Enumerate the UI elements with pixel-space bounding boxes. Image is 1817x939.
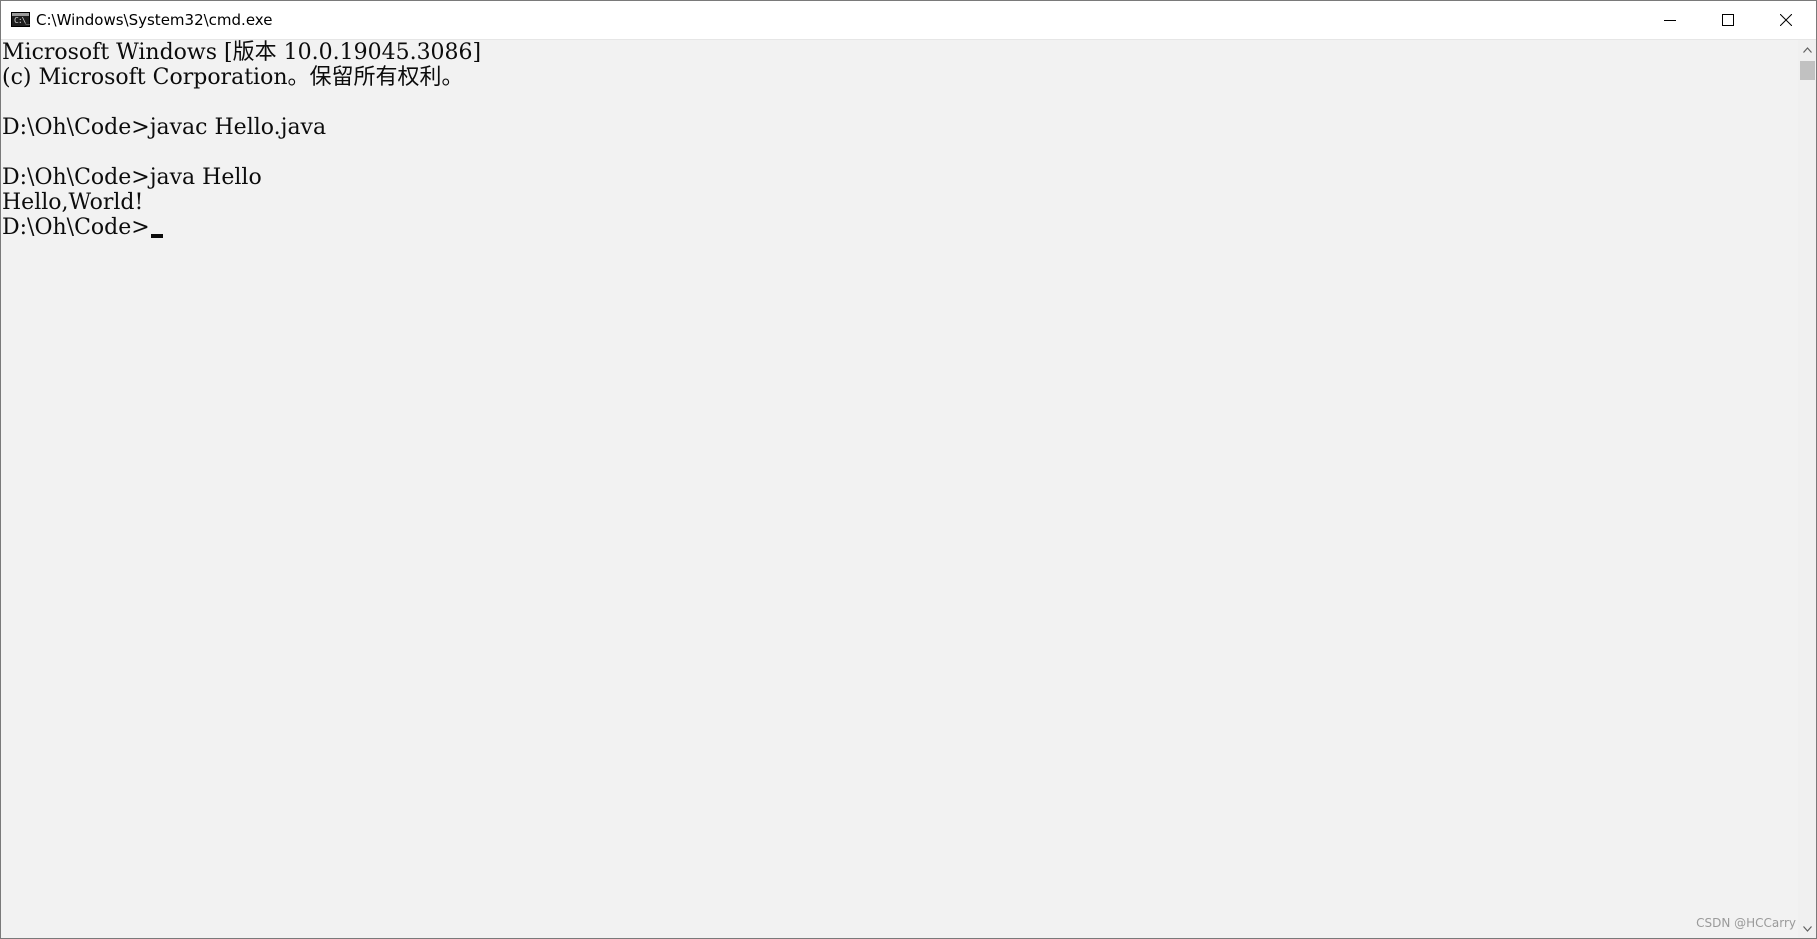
- chevron-down-icon: [1803, 925, 1812, 932]
- console-output[interactable]: Microsoft Windows [版本 10.0.19045.3086] (…: [1, 40, 1798, 938]
- window-title: C:\Windows\System32\cmd.exe: [36, 11, 273, 29]
- minimize-icon: [1664, 20, 1676, 21]
- maximize-icon: [1722, 14, 1734, 26]
- console-line: D:\Oh\Code>javac Hello.java: [2, 115, 327, 140]
- scrollbar-thumb[interactable]: [1800, 61, 1815, 80]
- text-cursor: [150, 234, 163, 238]
- chevron-up-icon: [1803, 46, 1812, 53]
- minimize-button[interactable]: [1641, 1, 1699, 39]
- title-bar[interactable]: C:\_ C:\Windows\System32\cmd.exe: [1, 1, 1816, 40]
- cmd-window: C:\_ C:\Windows\System32\cmd.exe Microso…: [0, 0, 1817, 939]
- console-prompt-line[interactable]: D:\Oh\Code>: [2, 215, 163, 240]
- console-prompt: D:\Oh\Code>: [2, 215, 150, 240]
- console-line: (c) Microsoft Corporation。保留所有权利。: [2, 65, 464, 90]
- watermark: CSDN @HCCarry: [1696, 916, 1796, 930]
- console-line: D:\Oh\Code>java Hello: [2, 165, 262, 190]
- vertical-scrollbar[interactable]: [1798, 40, 1816, 938]
- console-line: Microsoft Windows [版本 10.0.19045.3086]: [2, 40, 482, 65]
- cmd-app-icon-glyph: C:\_: [14, 16, 30, 25]
- scroll-up-button[interactable]: [1798, 40, 1816, 59]
- close-button[interactable]: [1757, 1, 1815, 39]
- console-line: Hello,World!: [2, 190, 144, 215]
- close-icon: [1780, 14, 1792, 26]
- scroll-down-button[interactable]: [1798, 919, 1816, 938]
- cmd-app-icon[interactable]: C:\_: [11, 12, 30, 27]
- maximize-button[interactable]: [1699, 1, 1757, 39]
